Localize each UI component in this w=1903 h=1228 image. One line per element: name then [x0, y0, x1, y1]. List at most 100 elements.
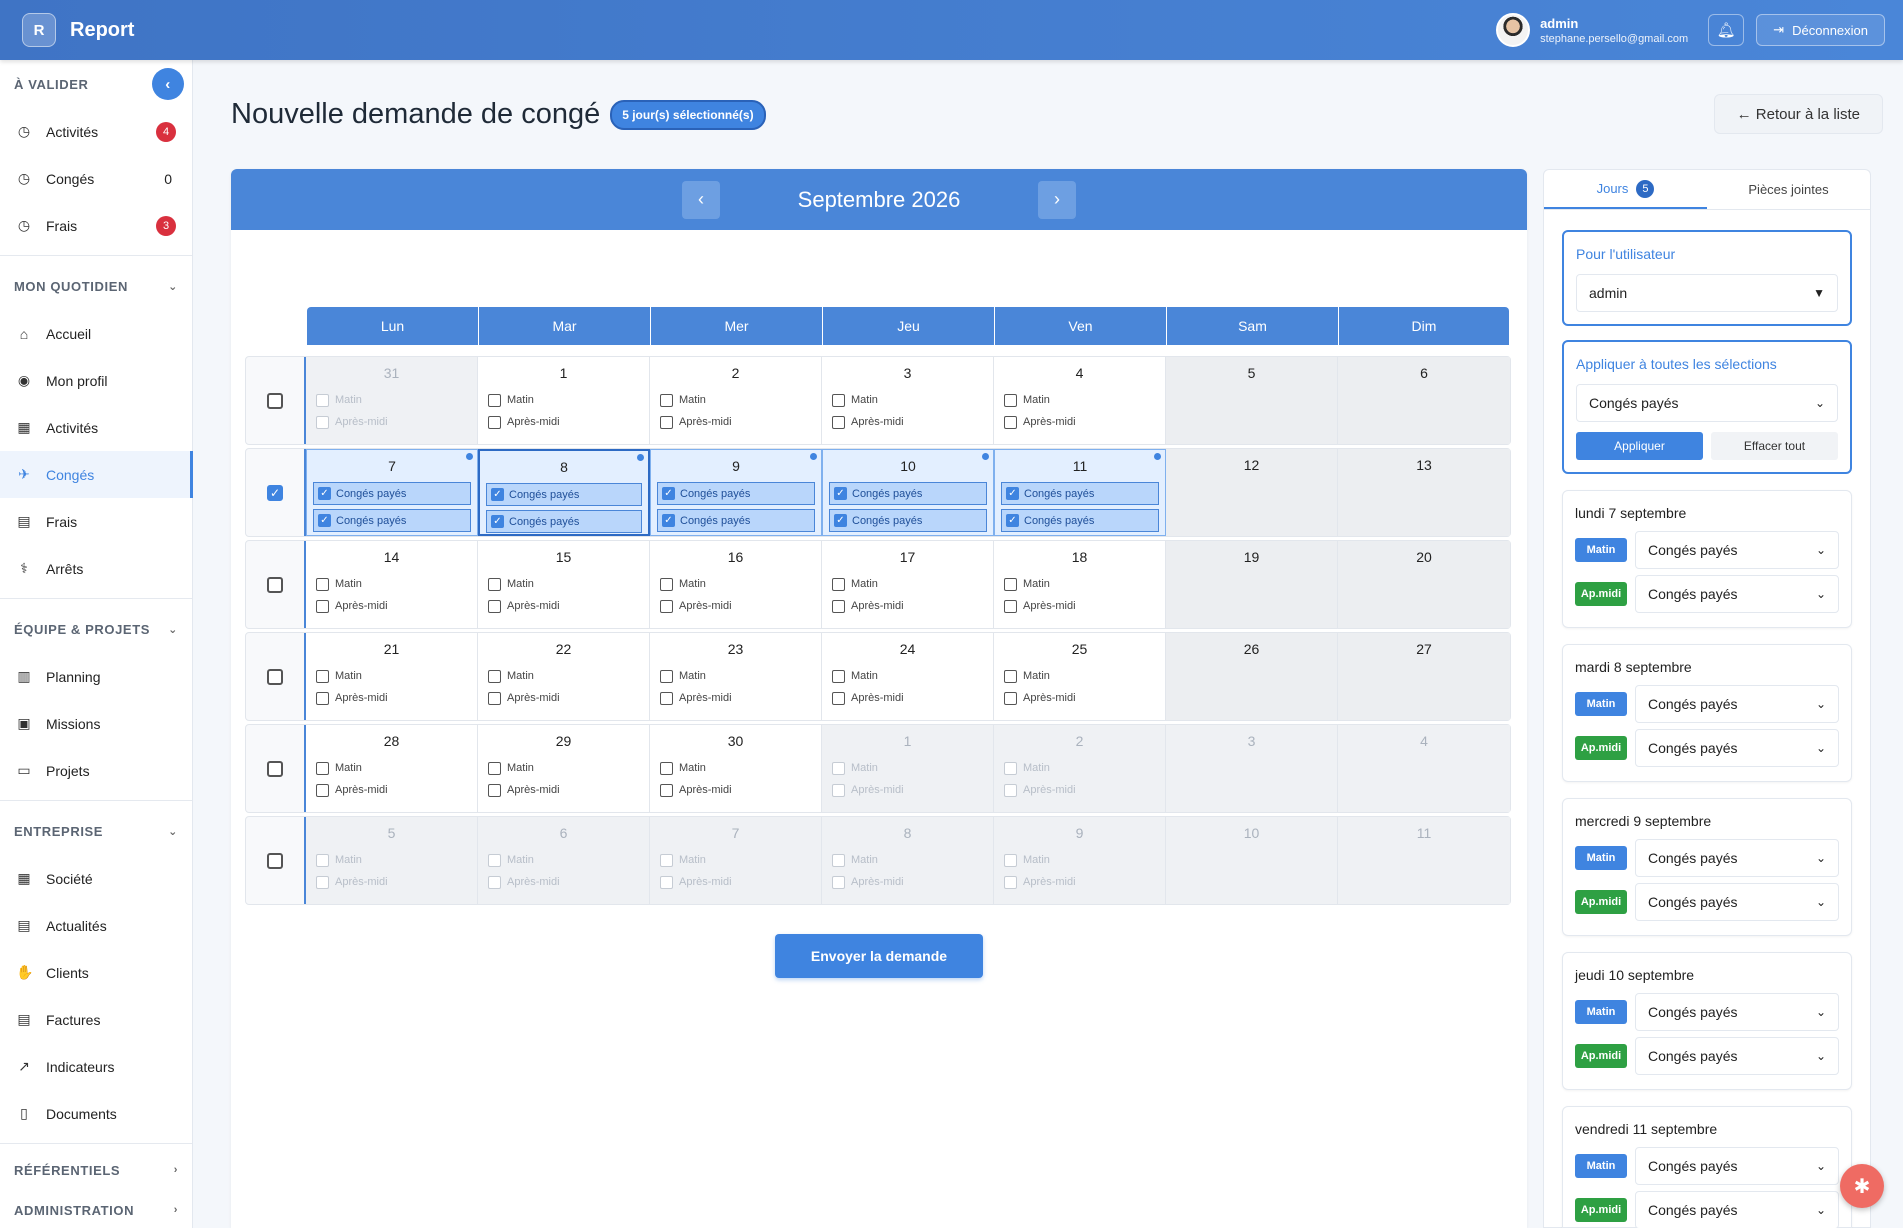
- afternoon-type-select[interactable]: Congés payés ⌄: [1635, 883, 1839, 921]
- morning-slot[interactable]: Matin: [994, 853, 1165, 867]
- slot-checkbox[interactable]: [832, 669, 845, 683]
- calendar-day[interactable]: 6: [1338, 357, 1510, 444]
- calendar-day[interactable]: 1 Matin Après-midi: [822, 725, 994, 812]
- afternoon-slot[interactable]: Après-midi: [994, 691, 1165, 705]
- collapse-sidebar-button[interactable]: ‹: [152, 68, 184, 100]
- calendar-day[interactable]: 24 Matin Après-midi: [822, 633, 994, 720]
- calendar-day[interactable]: 2 Matin Après-midi: [994, 725, 1166, 812]
- morning-slot[interactable]: Matin: [822, 853, 993, 867]
- sidebar-item[interactable]: ▤ Actualités: [0, 902, 192, 949]
- calendar-day[interactable]: 23 Matin Après-midi: [650, 633, 822, 720]
- slot-checkbox[interactable]: [1004, 761, 1017, 775]
- week-checkbox[interactable]: ✓: [267, 484, 283, 501]
- morning-slot[interactable]: Matin: [822, 669, 993, 683]
- slot-checkbox[interactable]: [1004, 853, 1017, 867]
- slot-checkbox[interactable]: [488, 669, 501, 683]
- logout-button[interactable]: ⇥ Déconnexion: [1756, 14, 1885, 46]
- sidebar-section-header[interactable]: À VALIDER ‹: [0, 60, 192, 108]
- afternoon-slot[interactable]: Après-midi: [478, 691, 649, 705]
- sidebar-item[interactable]: ✈ Congés: [0, 451, 193, 498]
- week-checkbox[interactable]: [267, 760, 283, 777]
- morning-leave-slot[interactable]: ✓ Congés payés: [1001, 482, 1159, 505]
- morning-slot[interactable]: Matin: [650, 853, 821, 867]
- calendar-day[interactable]: 8 ✓ Congés payés ✓ Congés payés: [478, 449, 650, 536]
- week-checkbox[interactable]: [267, 852, 283, 869]
- afternoon-leave-slot[interactable]: ✓ Congés payés: [486, 510, 642, 533]
- slot-checkbox[interactable]: [488, 761, 501, 775]
- slot-checkbox[interactable]: [1004, 415, 1017, 429]
- morning-slot[interactable]: Matin: [650, 669, 821, 683]
- afternoon-leave-slot[interactable]: ✓ Congés payés: [1001, 509, 1159, 532]
- morning-slot[interactable]: Matin: [822, 393, 993, 407]
- calendar-day[interactable]: 14 Matin Après-midi: [306, 541, 478, 628]
- afternoon-leave-slot[interactable]: ✓ Congés payés: [829, 509, 987, 532]
- slot-checkbox[interactable]: [1004, 599, 1017, 613]
- slot-checkbox[interactable]: [488, 577, 501, 591]
- slot-checkbox[interactable]: [1004, 783, 1017, 797]
- calendar-day[interactable]: 11 ✓ Congés payés ✓ Congés payés: [994, 449, 1166, 536]
- slot-checkbox[interactable]: [488, 783, 501, 797]
- slot-checkbox[interactable]: [488, 393, 501, 407]
- slot-checkbox[interactable]: [488, 415, 501, 429]
- morning-slot[interactable]: Matin: [478, 393, 649, 407]
- morning-type-select[interactable]: Congés payés ⌄: [1635, 531, 1839, 569]
- clear-all-button[interactable]: Effacer tout: [1711, 432, 1838, 460]
- sidebar-item[interactable]: ⌂ Accueil: [0, 310, 192, 357]
- slot-checkbox[interactable]: [660, 599, 673, 613]
- afternoon-leave-slot[interactable]: ✓ Congés payés: [313, 509, 471, 532]
- afternoon-slot[interactable]: Après-midi: [650, 599, 821, 613]
- calendar-day[interactable]: 5: [1166, 357, 1338, 444]
- slot-checkbox[interactable]: [832, 783, 845, 797]
- calendar-day[interactable]: 9 Matin Après-midi: [994, 817, 1166, 904]
- sidebar-section-header[interactable]: ADMINISTRATION ›: [0, 1190, 192, 1228]
- sidebar-section-header[interactable]: ÉQUIPE & PROJETS ⌄: [0, 605, 192, 653]
- afternoon-slot[interactable]: Après-midi: [650, 875, 821, 889]
- slot-checkbox[interactable]: [660, 691, 673, 705]
- week-checkbox[interactable]: [267, 392, 283, 409]
- morning-slot[interactable]: Matin: [994, 577, 1165, 591]
- slot-checkbox[interactable]: [316, 783, 329, 797]
- back-to-list-button[interactable]: ← Retour à la liste: [1713, 94, 1883, 134]
- app-brand[interactable]: R Report: [22, 13, 134, 47]
- calendar-day[interactable]: 20: [1338, 541, 1510, 628]
- calendar-day[interactable]: 7 ✓ Congés payés ✓ Congés payés: [306, 449, 478, 536]
- slot-checkbox[interactable]: [660, 577, 673, 591]
- sidebar-item[interactable]: ✋ Clients: [0, 949, 192, 996]
- calendar-day[interactable]: 21 Matin Après-midi: [306, 633, 478, 720]
- afternoon-slot[interactable]: Après-midi: [478, 599, 649, 613]
- calendar-day[interactable]: 6 Matin Après-midi: [478, 817, 650, 904]
- sidebar-item[interactable]: ⚕ Arrêts: [0, 545, 192, 592]
- apply-button[interactable]: Appliquer: [1576, 432, 1703, 460]
- afternoon-slot[interactable]: Après-midi: [478, 415, 649, 429]
- morning-type-select[interactable]: Congés payés ⌄: [1635, 1147, 1839, 1185]
- afternoon-type-select[interactable]: Congés payés ⌄: [1635, 729, 1839, 767]
- calendar-day[interactable]: 5 Matin Après-midi: [306, 817, 478, 904]
- morning-slot[interactable]: Matin: [994, 669, 1165, 683]
- afternoon-slot[interactable]: Après-midi: [822, 415, 993, 429]
- morning-slot[interactable]: Matin: [994, 393, 1165, 407]
- slot-checkbox[interactable]: [660, 761, 673, 775]
- slot-checkbox[interactable]: [316, 599, 329, 613]
- slot-checkbox[interactable]: [660, 853, 673, 867]
- calendar-day[interactable]: 13: [1338, 449, 1510, 536]
- sidebar-item[interactable]: ▭ Projets: [0, 747, 192, 794]
- morning-slot[interactable]: Matin: [478, 761, 649, 775]
- calendar-day[interactable]: 10 ✓ Congés payés ✓ Congés payés: [822, 449, 994, 536]
- slot-checkbox[interactable]: [832, 853, 845, 867]
- afternoon-slot[interactable]: Après-midi: [306, 875, 477, 889]
- slot-checkbox[interactable]: [316, 577, 329, 591]
- prev-month-button[interactable]: ‹: [682, 180, 720, 219]
- morning-slot[interactable]: Matin: [306, 761, 477, 775]
- slot-checkbox[interactable]: [316, 415, 329, 429]
- morning-type-select[interactable]: Congés payés ⌄: [1635, 685, 1839, 723]
- morning-leave-slot[interactable]: ✓ Congés payés: [486, 483, 642, 506]
- afternoon-leave-slot[interactable]: ✓ Congés payés: [657, 509, 815, 532]
- sidebar-item[interactable]: ▯ Documents: [0, 1090, 192, 1137]
- morning-slot[interactable]: Matin: [306, 393, 477, 407]
- calendar-day[interactable]: 11: [1338, 817, 1510, 904]
- slot-checkbox[interactable]: [660, 415, 673, 429]
- morning-slot[interactable]: Matin: [650, 393, 821, 407]
- afternoon-slot[interactable]: Après-midi: [994, 875, 1165, 889]
- afternoon-slot[interactable]: Après-midi: [306, 783, 477, 797]
- tab-days[interactable]: Jours 5: [1544, 170, 1707, 209]
